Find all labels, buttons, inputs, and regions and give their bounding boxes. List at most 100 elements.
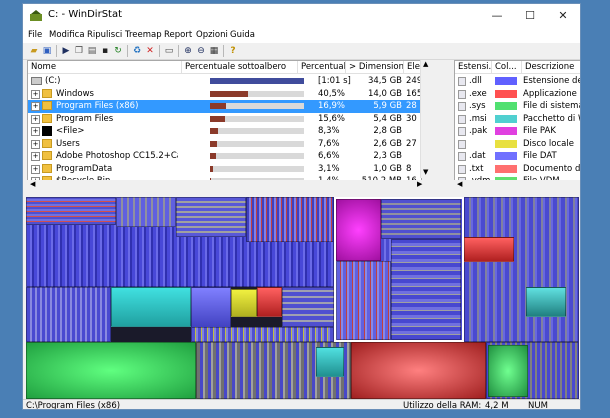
treemap-block-pak[interactable] [336,199,381,261]
minimize-button[interactable]: — [481,4,513,28]
zoom-in-icon[interactable]: ⊕ [182,45,194,57]
list-row[interactable]: + Windows 40,5% 14,0 GB 165 [28,88,421,101]
list-vertical-scrollbar[interactable]: ▲ ▼ [420,60,433,178]
column-items[interactable]: Ele [404,61,421,74]
treemap-view[interactable] [26,197,579,399]
close-button[interactable]: ✕ [547,4,579,28]
list-row[interactable]: + ProgramData 3,1% 1,0 GB 8 [28,163,421,176]
copy-icon[interactable]: ❐ [73,45,85,57]
extension-row[interactable]: Disco locale [455,138,580,151]
list-row[interactable]: + Program Files 15,6% 5,4 GB 30 [28,113,421,126]
recycle-icon[interactable]: ♻ [131,45,143,57]
row-name: Adobe Photoshop CC15.2+CamR... [56,151,178,161]
extension-row[interactable]: .exe Applicazione [455,88,580,101]
cmd-icon[interactable]: ▪ [99,45,111,57]
delete-icon[interactable]: ✕ [144,45,156,57]
treemap-block[interactable] [26,197,116,225]
treemap-block-program-files[interactable] [464,197,579,342]
treemap-block[interactable] [526,287,566,317]
row-items: 30 [406,113,417,124]
scroll-right-icon[interactable]: ▶ [417,180,422,188]
treemap-block[interactable] [246,197,334,242]
treemap-block-sys[interactable] [26,342,196,399]
expand-icon[interactable]: + [31,164,40,174]
menu-guida[interactable]: Guida [230,30,255,40]
row-items: 27 [406,138,417,149]
scroll-left-icon[interactable]: ◀ [30,180,35,188]
file-type-icon [458,114,466,124]
list-row[interactable]: + Program Files (x86) 16,9% 5,9 GB 28 [28,100,421,113]
treemap-block[interactable] [336,261,391,340]
treemap-block[interactable] [26,287,111,342]
treemap-block-exe[interactable] [351,342,486,399]
save-icon[interactable]: ▣ [41,45,53,57]
treemap-block-msi[interactable] [111,287,191,327]
extension-row[interactable]: .msi Pacchetto di Window [455,113,580,126]
treemap-block-red[interactable] [464,237,514,262]
extension-row[interactable]: .txt Documento di testo [455,163,580,176]
column-name[interactable]: Nome [28,61,182,74]
menu-opzioni[interactable]: Opzioni [196,30,228,40]
zoom-out-icon[interactable]: ⊖ [195,45,207,57]
treemap-block[interactable] [381,199,461,239]
pane-splitter[interactable] [23,189,580,197]
column-size[interactable]: > Dimensione [346,61,404,74]
extension-row[interactable]: .dll Estensione dell'applic [455,75,580,88]
open-icon[interactable]: ▰ [28,45,40,57]
list-row[interactable]: + <File> 8,3% 2,8 GB [28,125,421,138]
refresh-icon[interactable]: ↻ [112,45,124,57]
treemap-block[interactable] [191,287,231,329]
extension-row[interactable]: .dat File DAT [455,150,580,163]
scroll-down-icon[interactable]: ▼ [423,168,428,176]
extension-row[interactable]: .pak File PAK [455,125,580,138]
column-subtree-percent[interactable]: Percentuale sottoalbero [182,61,298,74]
status-bar: C:\Program Files (x86) Utilizzo della RA… [23,399,580,409]
subtree-percent-bar [210,115,304,122]
treemap-block-green[interactable] [488,345,528,397]
folder-icon [42,163,52,173]
treemap-block[interactable] [116,197,176,227]
list-row[interactable]: +Adobe Photoshop CC15.2+CamR...6,6%2,3 G… [28,150,421,163]
menu-file[interactable]: File [28,30,42,40]
treemap-block[interactable] [191,327,334,342]
maximize-button[interactable]: ☐ [514,4,546,28]
row-size: 5,9 GB [373,101,402,111]
expand-icon[interactable]: + [31,139,40,149]
list-row[interactable]: + Users 7,6% 2,6 GB 27 [28,138,421,151]
expand-icon[interactable]: + [31,89,40,99]
column-percent[interactable]: Percentuale [298,61,346,74]
menu-modifica[interactable]: Modifica [49,30,85,40]
directory-list[interactable]: Nome Percentuale sottoalbero Percentuale… [27,60,422,190]
help-icon[interactable]: ? [227,45,239,57]
play-icon[interactable]: ▶ [60,45,72,57]
explorer-icon[interactable]: ▤ [86,45,98,57]
expand-icon[interactable]: + [31,102,40,111]
column-extension[interactable]: Estensi... [455,61,492,74]
extension-row[interactable]: .sys File di sistema [455,100,580,113]
extension-color-swatch [495,89,517,98]
menu-ripulisci[interactable]: Ripulisci [87,30,122,40]
menu-report[interactable]: Report [164,30,192,40]
scroll-up-icon[interactable]: ▲ [423,60,428,68]
extension-list[interactable]: Estensi... Col... Descrizione .dll Estens… [454,60,580,190]
new-folder-icon[interactable]: ▭ [163,45,175,57]
windirstat-app-icon [30,10,42,21]
expand-icon[interactable]: + [31,152,40,161]
treemap-block[interactable] [391,239,461,340]
treemap-block[interactable] [316,347,344,377]
column-color[interactable]: Col... [492,61,522,74]
list-row[interactable]: (C:) [1:01 s] 34,5 GB 249 [28,75,421,88]
treemap-block[interactable] [176,197,246,237]
treemap-block[interactable] [282,287,334,327]
extension-description: Pacchetto di Window [523,113,580,124]
treemap-block-yellow[interactable] [231,289,257,317]
extension-color-swatch [495,114,517,123]
scroll-left-icon[interactable]: ◀ [457,180,462,188]
row-size: 5,4 GB [373,113,402,124]
expand-icon[interactable]: + [31,127,40,136]
treemap-block-red[interactable] [257,287,282,317]
select-icon[interactable]: ▦ [208,45,220,57]
expand-icon[interactable]: + [31,114,40,124]
column-description[interactable]: Descrizione [522,61,580,74]
menu-treemap[interactable]: Treemap [125,30,162,40]
